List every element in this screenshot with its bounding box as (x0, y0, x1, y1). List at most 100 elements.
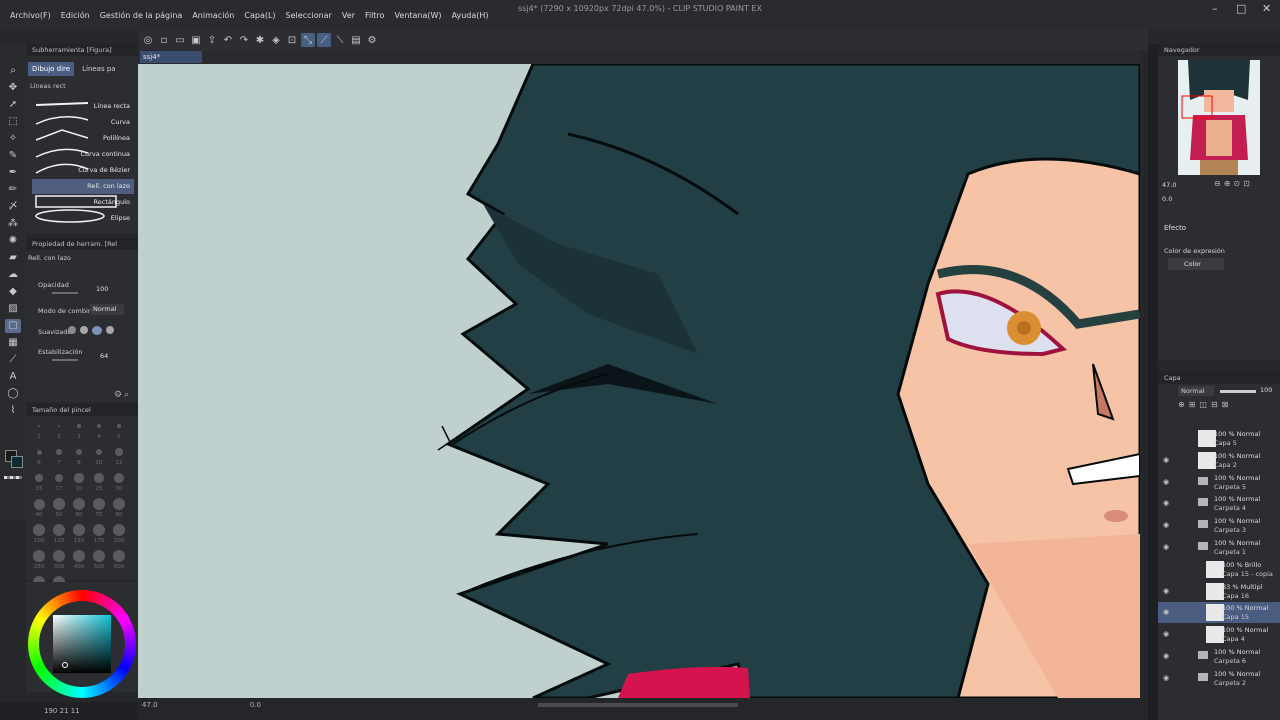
smoothing-weak-icon[interactable] (80, 326, 88, 334)
brush-size-option[interactable]: 50 (50, 498, 68, 520)
minimize-icon[interactable]: – (1212, 2, 1218, 15)
layer-folder-row[interactable]: ◉ 100 % Normal Carpeta 2 (1158, 668, 1280, 689)
eye-icon[interactable]: ◉ (1163, 543, 1169, 551)
save-icon[interactable]: ▣ (189, 33, 203, 47)
text-icon[interactable]: A (5, 370, 21, 384)
brush-size-option[interactable]: 80 (110, 498, 128, 520)
snap-special-ruler-icon[interactable]: ⟋ (317, 33, 331, 47)
brush-size-option[interactable]: 15 (30, 472, 48, 494)
layer-folder-row[interactable]: ◉ 100 % Normal Carpeta 5 (1158, 472, 1280, 493)
menu-edicion[interactable]: Edición (56, 11, 95, 20)
sub-tool-curva-continua[interactable]: Curva continua (32, 147, 134, 162)
brush-size-option[interactable]: 150 (70, 524, 88, 546)
eye-icon[interactable]: ◉ (1163, 608, 1169, 616)
layer-row[interactable]: 100 % Brillo Capa 15 - copia (1158, 559, 1280, 580)
decoration-icon[interactable]: ✺ (5, 234, 21, 248)
eye-icon[interactable]: ◉ (1163, 587, 1169, 595)
sub-tool-polilinea[interactable]: Polilínea (32, 131, 134, 146)
expression-color-select[interactable]: Color (1168, 258, 1224, 270)
sub-tool-curva-bezier[interactable]: Curva de Bézier (32, 163, 134, 178)
layer-row[interactable]: ◉ 83 % Multipl Capa 16 (1158, 581, 1280, 602)
layer-opacity-value[interactable]: 100 (1260, 386, 1272, 394)
snap-grid-icon[interactable]: ⟍ (333, 33, 347, 47)
right-collapse-strip[interactable] (1148, 44, 1158, 720)
layer-row[interactable]: 100 % Normal Capa 5 (1158, 428, 1280, 449)
ruler-icon[interactable]: ⟋ (5, 353, 21, 367)
eye-icon[interactable]: ◉ (1163, 521, 1169, 529)
layer-folder-row[interactable]: ◉ 100 % Normal Carpeta 4 (1158, 493, 1280, 514)
smoothing-strong-icon[interactable] (106, 326, 114, 334)
export-icon[interactable]: ⇪ (205, 33, 219, 47)
menu-capa[interactable]: Capa(L) (239, 11, 280, 20)
eye-icon[interactable]: ◉ (1163, 630, 1169, 638)
sub-tool-curva[interactable]: Curva (32, 115, 134, 130)
rotation-readout[interactable]: 0.0 (250, 701, 261, 709)
menu-ventana[interactable]: Ventana(W) (390, 11, 447, 20)
sub-color-swatch[interactable] (11, 456, 23, 468)
layer-folder-row[interactable]: ◉ 100 % Normal Carpeta 3 (1158, 515, 1280, 536)
navigator-icon[interactable]: ◎ (141, 33, 155, 47)
layer-opacity-slider[interactable] (1220, 390, 1256, 393)
smoothing-medium-icon[interactable] (92, 326, 102, 335)
menu-archivo[interactable]: Archivo(F) (0, 11, 56, 20)
stabilization-slider[interactable] (52, 359, 78, 361)
eye-icon[interactable]: ◉ (1163, 456, 1169, 464)
brush-size-option[interactable]: 20 (70, 472, 88, 494)
eye-icon[interactable]: ◉ (1163, 652, 1169, 660)
pencil-icon[interactable]: ✏ (5, 183, 21, 197)
brush-size-option[interactable]: 70 (90, 498, 108, 520)
brush-size-option[interactable]: 600 (110, 550, 128, 572)
open-folder-icon[interactable]: ▭ (173, 33, 187, 47)
brush-size-option[interactable]: 40 (30, 498, 48, 520)
zoom-readout[interactable]: 47.0 (142, 701, 158, 709)
brush-size-option[interactable]: 10 (90, 446, 108, 468)
layer-folder-row[interactable]: ◉ 100 % Normal Carpeta 1 (1158, 537, 1280, 558)
brush-size-option[interactable]: 5 (110, 420, 128, 442)
eye-icon[interactable]: ◉ (1163, 478, 1169, 486)
pen-icon[interactable]: ✒ (5, 166, 21, 180)
transparent-color-icon[interactable] (4, 476, 22, 479)
navigator-controls[interactable]: ⊖⊕⊙⊡ (1214, 179, 1253, 188)
figure-icon[interactable]: ▢ (5, 319, 21, 333)
brush-size-option[interactable]: 1 (30, 420, 48, 442)
clear-icon[interactable]: ✱ (253, 33, 267, 47)
brush-size-option[interactable]: 60 (70, 498, 88, 520)
canvas[interactable] (138, 64, 1140, 698)
brush-size-option[interactable]: 170 (90, 524, 108, 546)
brush-size-option[interactable]: 4 (90, 420, 108, 442)
layer-row[interactable]: ◉ 100 % Normal Capa 15 (1158, 602, 1280, 624)
stabilization-value[interactable]: 64 (100, 352, 108, 360)
menu-animacion[interactable]: Animación (187, 11, 239, 20)
smoothing-none-icon[interactable] (68, 326, 76, 334)
layer-row[interactable]: ◉ 100 % Normal Capa 2 (1158, 450, 1280, 471)
settings-icon[interactable]: ⚙ (365, 33, 379, 47)
brush-size-option[interactable]: 100 (30, 524, 48, 546)
navigator-rotation[interactable]: 0.0 (1162, 195, 1172, 203)
fill-icon[interactable]: ◈ (269, 33, 283, 47)
balloon-icon[interactable]: ◯ (5, 387, 21, 401)
sub-tool-rell-con-lazo[interactable]: Rell. con lazo (32, 179, 134, 194)
blend-mode-select[interactable]: Normal (90, 304, 124, 315)
eraser-icon[interactable]: ▰ (5, 251, 21, 265)
airbrush-icon[interactable]: ⁂ (5, 217, 21, 231)
eyedropper-icon[interactable]: ✎ (5, 149, 21, 163)
brush-size-option[interactable]: 12 (110, 446, 128, 468)
brush-size-option[interactable]: 2 (50, 420, 68, 442)
horizontal-scrollbar[interactable] (538, 703, 738, 707)
move-icon[interactable]: ✥ (5, 81, 21, 95)
undo-icon[interactable]: ↶ (221, 33, 235, 47)
menu-ayuda[interactable]: Ayuda(H) (447, 11, 494, 20)
close-icon[interactable]: ✕ (1262, 2, 1271, 15)
layer-row[interactable]: ◉ 100 % Normal Capa 4 (1158, 624, 1280, 645)
operation-icon[interactable]: ➚ (5, 98, 21, 112)
brush-size-option[interactable]: 8 (70, 446, 88, 468)
brush-size-option[interactable]: 17 (50, 472, 68, 494)
zoom-icon[interactable]: ⌕ (5, 64, 21, 78)
frame-icon[interactable]: ▦ (5, 336, 21, 350)
redo-icon[interactable]: ↷ (237, 33, 251, 47)
blend-icon[interactable]: ☁ (5, 268, 21, 282)
sub-tool-elipse[interactable]: Elipse (32, 211, 134, 226)
layer-toolbar-icons[interactable]: ⊕⊞◫⊟⊠ (1178, 400, 1232, 409)
menu-seleccionar[interactable]: Seleccionar (281, 11, 337, 20)
sub-tool-rectangulo[interactable]: Rectángulo (32, 195, 134, 210)
